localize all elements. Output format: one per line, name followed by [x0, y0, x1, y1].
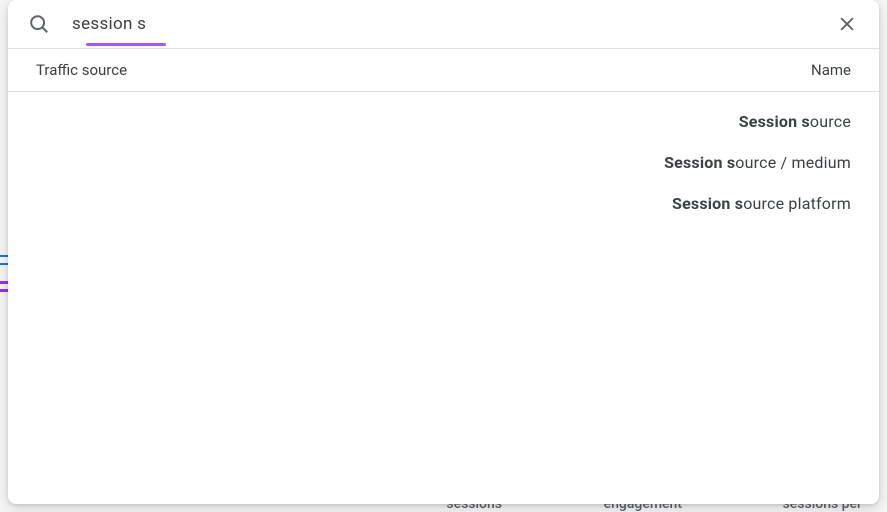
result-item[interactable]: Session source [739, 112, 851, 131]
result-item[interactable]: Session source / medium [664, 153, 851, 172]
dimension-picker-dialog: Traffic source Name Session sourceSessio… [8, 0, 879, 504]
highlighted-result-wrapper: Session source / medium [664, 153, 851, 172]
search-input[interactable] [72, 14, 813, 34]
result-item[interactable]: Session source platform [672, 194, 851, 213]
search-icon [28, 13, 50, 35]
category-column-header: Traffic source [36, 61, 127, 79]
search-row [8, 0, 879, 48]
close-button[interactable] [835, 12, 859, 36]
results-area: Session source Session source / medium Ses… [8, 92, 879, 504]
search-annotation-underline [86, 43, 166, 46]
results-list: Session source Session source / medium Ses… [36, 112, 851, 213]
column-header-row: Traffic source Name [8, 48, 879, 92]
close-icon [837, 14, 857, 34]
name-column-header: Name [811, 61, 851, 79]
